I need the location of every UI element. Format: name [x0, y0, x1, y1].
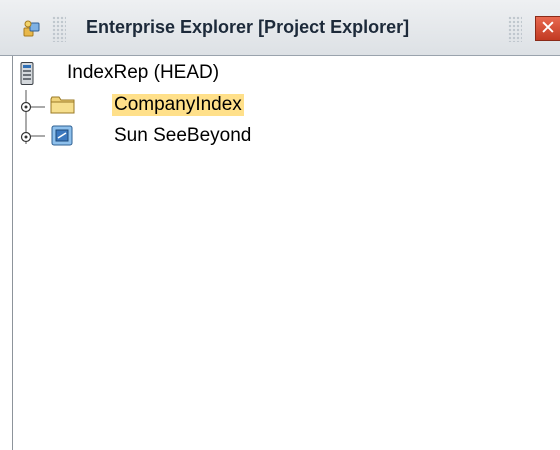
window-title: Enterprise Explorer [Project Explorer]: [86, 17, 410, 37]
project-icon: [51, 125, 73, 146]
title-grip-right: [508, 16, 522, 42]
expand-toggle-icon[interactable]: [20, 131, 32, 143]
close-button[interactable]: ✕: [535, 16, 560, 41]
expand-toggle-icon[interactable]: [20, 101, 32, 113]
enterprise-explorer-window: Enterprise Explorer [Project Explorer] ✕…: [0, 0, 560, 450]
title-bar[interactable]: Enterprise Explorer [Project Explorer] ✕: [0, 0, 560, 56]
close-icon: ✕: [540, 17, 556, 39]
folder-icon: [50, 96, 75, 114]
tree-item-sun-seebeyond[interactable]: Sun SeeBeyond: [13, 125, 313, 149]
project-tree: IndexRep (HEAD) CompanyIndex Sun SeeBeyo…: [12, 56, 560, 450]
title-grip-left: [52, 16, 66, 42]
tree-item-label: Sun SeeBeyond: [114, 125, 252, 146]
tree-item-companyindex[interactable]: CompanyIndex: [13, 94, 313, 118]
repository-icon: [20, 62, 34, 85]
tree-item-label: CompanyIndex: [112, 94, 244, 116]
tree-root-label: IndexRep (HEAD): [67, 62, 220, 83]
explorer-icon: [23, 20, 40, 37]
tree-root-node[interactable]: IndexRep (HEAD): [13, 62, 313, 86]
